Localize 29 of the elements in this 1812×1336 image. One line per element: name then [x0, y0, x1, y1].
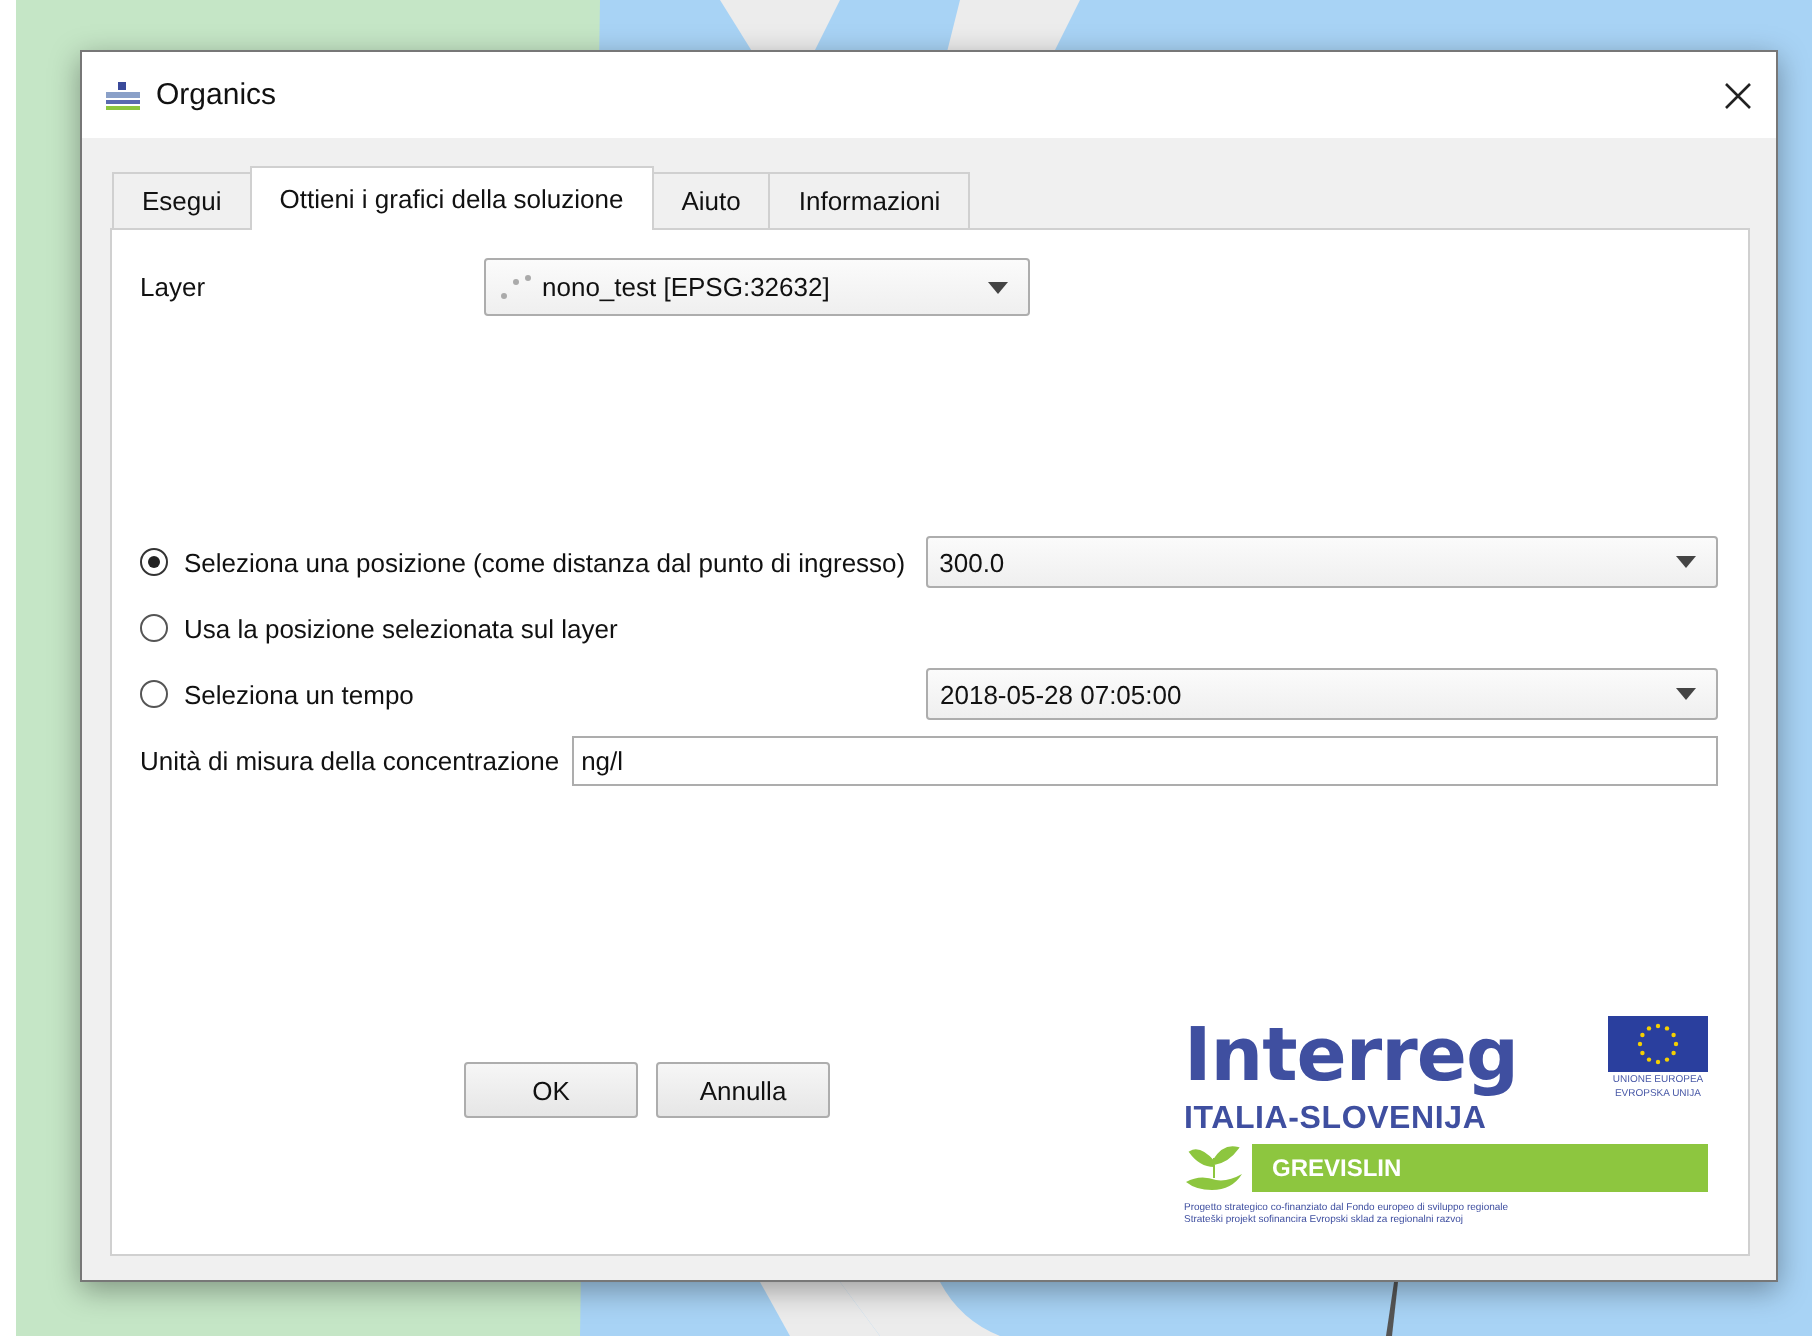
region-title: ITALIA-SLOVENIJA — [1184, 1100, 1489, 1140]
layer-label: Layer — [140, 272, 208, 302]
project-banner: GREVISLIN — [1252, 1144, 1708, 1192]
unit-label: Unità di misura della concentrazione — [140, 746, 560, 776]
radio-button[interactable] — [140, 548, 168, 576]
app-icon — [106, 81, 140, 109]
ok-button[interactable]: OK — [464, 1062, 638, 1118]
distance-dropdown[interactable]: 300.0 — [925, 536, 1718, 588]
plant-hand-icon — [1184, 1142, 1244, 1194]
tab[interactable]: Ottieni i grafici della soluzione — [249, 166, 654, 230]
window-title: Organics — [156, 78, 279, 112]
unit-field[interactable]: ng/l — [571, 736, 1718, 786]
close-icon[interactable] — [1724, 81, 1752, 109]
tab[interactable]: Informazioni — [768, 172, 971, 228]
option-label: Seleziona un tempo — [184, 679, 416, 709]
cancel-button[interactable]: Annulla — [656, 1062, 830, 1118]
radio-button[interactable] — [140, 680, 168, 708]
dropdown-arrow-icon — [1676, 556, 1696, 568]
logo-wordmark: Interreg — [1184, 1016, 1518, 1096]
option-label: Seleziona una posizione (come distanza dal punto di ingresso) — [184, 547, 906, 577]
dropdown-arrow-icon — [1676, 688, 1696, 700]
layer-dropdown[interactable]: nono_test [EPSG:32632] — [484, 258, 1030, 316]
eu-flag-icon — [1608, 1016, 1708, 1072]
radio-button[interactable] — [140, 614, 168, 642]
option-label: Usa la posizione selezionata sul layer — [184, 613, 618, 643]
point-layer-icon — [498, 271, 534, 303]
dropdown-arrow-icon — [988, 281, 1008, 293]
tab[interactable]: Esegui — [112, 172, 252, 228]
time-dropdown[interactable]: 2018-05-28 07:05:00 — [926, 668, 1718, 720]
